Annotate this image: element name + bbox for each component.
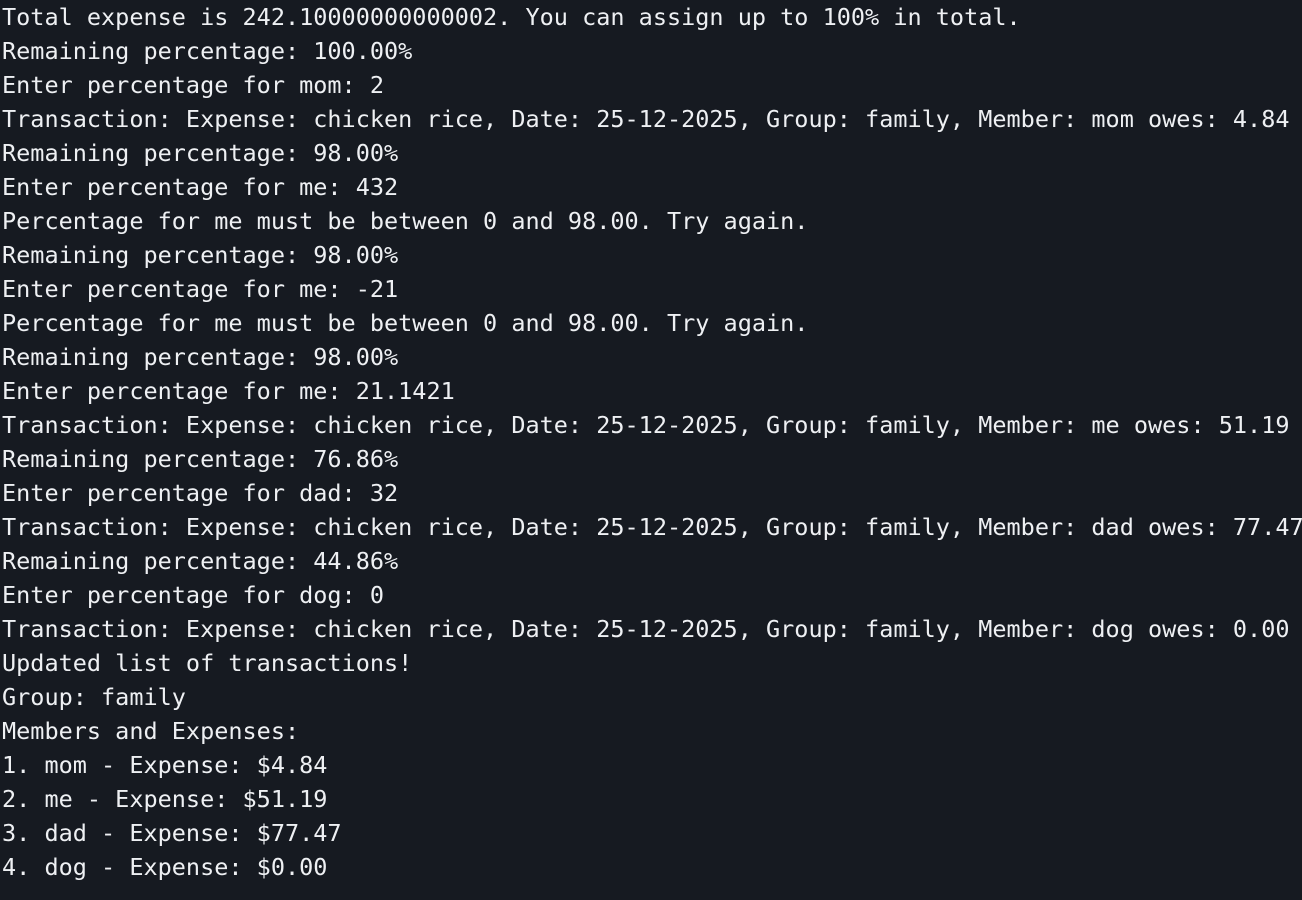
terminal-line: Updated list of transactions!	[2, 649, 413, 677]
terminal-line: Remaining percentage: 100.00%	[2, 37, 413, 65]
terminal-line: 2. me - Expense: $51.19	[2, 785, 328, 813]
terminal-line: Remaining percentage: 76.86%	[2, 445, 399, 473]
terminal-line: Enter percentage for me: -21	[2, 275, 399, 303]
terminal-line: Enter percentage for dad: 32	[2, 479, 399, 507]
terminal-line: Percentage for me must be between 0 and …	[2, 309, 809, 337]
terminal-line: Enter percentage for dog: 0	[2, 581, 385, 609]
terminal-line: Transaction: Expense: chicken rice, Date…	[2, 105, 1290, 133]
terminal-line: Remaining percentage: 98.00%	[2, 343, 399, 371]
terminal-line: Percentage for me must be between 0 and …	[2, 207, 809, 235]
terminal-output[interactable]: Total expense is 242.10000000000002. You…	[0, 0, 1302, 900]
terminal-line: Transaction: Expense: chicken rice, Date…	[2, 411, 1290, 439]
terminal-line: Transaction: Expense: chicken rice, Date…	[2, 615, 1290, 643]
terminal-line: Transaction: Expense: chicken rice, Date…	[2, 513, 1302, 541]
terminal-line: 3. dad - Expense: $77.47	[2, 819, 342, 847]
terminal-line: Remaining percentage: 98.00%	[2, 139, 399, 167]
terminal-line: Remaining percentage: 44.86%	[2, 547, 399, 575]
terminal-line: Remaining percentage: 98.00%	[2, 241, 399, 269]
terminal-line: Enter percentage for me: 432	[2, 173, 399, 201]
terminal-line: Total expense is 242.10000000000002. You…	[2, 3, 1021, 31]
terminal-line: Enter percentage for mom: 2	[2, 71, 385, 99]
terminal-line: Enter percentage for me: 21.1421	[2, 377, 455, 405]
terminal-line: 4. dog - Expense: $0.00	[2, 853, 328, 881]
terminal-line: Group: family	[2, 683, 186, 711]
terminal-line: 1. mom - Expense: $4.84	[2, 751, 328, 779]
terminal-line: Members and Expenses:	[2, 717, 300, 745]
